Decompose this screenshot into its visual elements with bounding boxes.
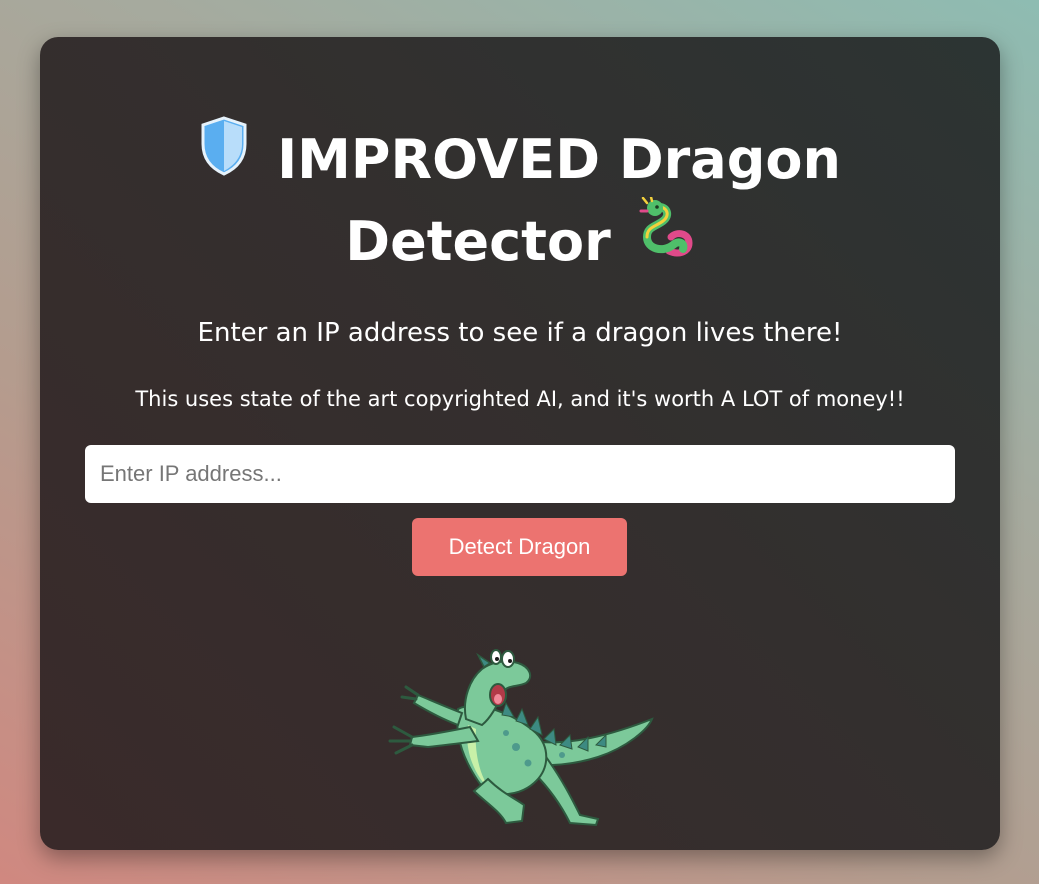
page-title: IMPROVED Dragon Detector	[40, 116, 1000, 283]
subtitle: Enter an IP address to see if a dragon l…	[197, 318, 843, 348]
detector-card: IMPROVED Dragon Detector Enter an IP add…	[40, 37, 1000, 850]
detect-dragon-button[interactable]: Detect Dragon	[412, 518, 627, 576]
title-line-2: Detector	[40, 195, 1000, 283]
ip-address-input[interactable]	[85, 445, 955, 503]
title-text-line-1: IMPROVED Dragon	[277, 128, 841, 191]
running-dragon-illustration	[366, 629, 656, 829]
dragon-icon	[633, 195, 695, 282]
title-line-1: IMPROVED Dragon	[40, 116, 1000, 201]
shield-icon	[199, 116, 249, 199]
title-text-line-2: Detector	[345, 210, 611, 273]
tagline: This uses state of the art copyrighted A…	[135, 387, 905, 411]
